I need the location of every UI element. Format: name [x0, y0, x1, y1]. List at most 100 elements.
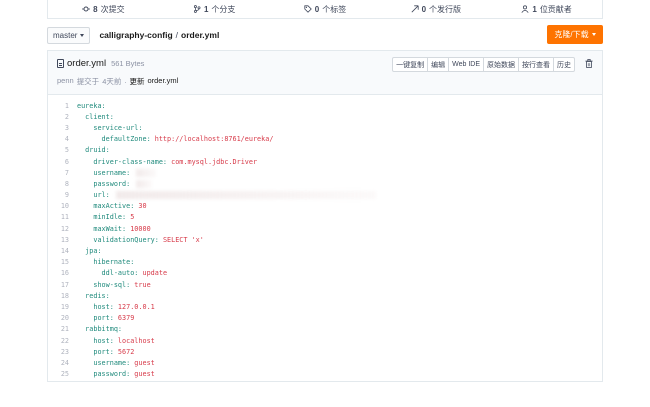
code-text: maxActive: 30 [69, 202, 146, 211]
code-text: host: 127.0.0.1 [69, 303, 154, 311]
line-number[interactable]: 6 [48, 158, 69, 166]
yaml-key: rabbitmq: [77, 325, 123, 334]
code-text: port: 6379 [69, 314, 134, 322]
stat-commits[interactable]: 8 次提交 [48, 0, 159, 18]
code-text: maxWait: 10000 [69, 224, 151, 233]
branch-selector[interactable]: master [47, 26, 91, 44]
breadcrumb: calligraphy-config / order.yml [99, 30, 219, 40]
code-line: 25 password: guest [48, 369, 602, 380]
repo-stats-bar: 8 次提交 1 个分支 0 个标签 0 个发行版 1 位贡献者 [47, 0, 603, 19]
line-number[interactable]: 25 [48, 370, 69, 378]
yaml-value: 5672 [117, 347, 135, 356]
line-number[interactable]: 19 [48, 303, 69, 311]
file-header: order.yml 561 Bytes penn 提交于 4天前 . 更新 or… [48, 51, 602, 95]
yaml-key: url: [77, 191, 110, 200]
line-number[interactable]: 12 [48, 225, 69, 233]
commit-dot: . [124, 76, 127, 85]
commit-author[interactable]: penn [57, 76, 74, 87]
stat-branches[interactable]: 1 个分支 [159, 0, 270, 18]
line-number[interactable]: 16 [48, 269, 69, 277]
line-number[interactable]: 8 [48, 180, 69, 188]
code-line: 10 maxActive: 30 [48, 201, 602, 212]
yaml-value: guest [134, 370, 155, 379]
line-number[interactable]: 9 [48, 191, 69, 199]
yaml-value: 5 [130, 213, 135, 222]
code-text: defaultZone: http://localhost:8761/eurek… [69, 135, 274, 143]
stat-tags[interactable]: 0 个标签 [270, 0, 381, 18]
commit-message-prefix[interactable]: 更新 [129, 76, 144, 87]
yaml-key: password: [77, 370, 135, 379]
line-number[interactable]: 22 [48, 337, 69, 345]
yaml-key: port: [77, 347, 118, 356]
code-text: redis: [69, 292, 110, 300]
commit-time: 4天前 [102, 77, 122, 86]
code-line: 16 ddl-auto: update [48, 268, 602, 279]
line-number[interactable]: 23 [48, 348, 69, 356]
edit-button[interactable]: 编辑 [427, 57, 450, 72]
line-number[interactable]: 24 [48, 359, 69, 367]
code-text: ddl-auto: update [69, 269, 168, 278]
code-line: 24 username: guest [48, 357, 602, 368]
contributor-icon [521, 5, 529, 13]
line-number[interactable]: 3 [48, 124, 69, 132]
yaml-key: druid: [77, 146, 110, 155]
line-number[interactable]: 5 [48, 146, 69, 154]
code-line: 15 hibernate: [48, 257, 602, 268]
tag-icon [304, 5, 312, 13]
stat-label: 次提交 [100, 4, 125, 14]
code-text: username: [69, 168, 157, 177]
line-number[interactable]: 4 [48, 135, 69, 143]
blame-button[interactable]: 按行查看 [518, 57, 554, 72]
code-text: hibernate: [69, 258, 134, 266]
yaml-key: redis: [77, 291, 110, 300]
line-number[interactable]: 20 [48, 314, 69, 322]
code-line: 2 client: [48, 111, 602, 122]
yaml-value: 10000 [130, 224, 151, 233]
line-number[interactable]: 11 [48, 213, 69, 221]
yaml-key: maxActive: [77, 202, 139, 211]
stat-count: 8 [93, 4, 98, 14]
code-line: 4 defaultZone: http://localhost:8761/eur… [48, 134, 602, 145]
yaml-key: service-url: [77, 123, 143, 132]
line-number[interactable]: 7 [48, 169, 69, 177]
release-icon [411, 5, 419, 13]
raw-button[interactable]: 原始数据 [483, 57, 519, 72]
yaml-key: password: [77, 179, 131, 188]
line-number[interactable]: 15 [48, 258, 69, 266]
history-button[interactable]: 历史 [553, 57, 575, 72]
chevron-down-icon [80, 33, 85, 37]
yaml-key: hibernate: [77, 258, 135, 267]
commit-message-file[interactable]: order.yml [147, 76, 178, 87]
trash-icon[interactable] [585, 59, 593, 68]
copy-button[interactable]: 一键复制 [392, 57, 429, 72]
yaml-key: eureka: [77, 101, 106, 110]
code-text: validationQuery: SELECT 'x' [69, 236, 204, 244]
yaml-value: localhost [117, 336, 155, 345]
line-number[interactable]: 18 [48, 292, 69, 300]
code-line: 22 host: localhost [48, 335, 602, 346]
code-text: client: [69, 113, 114, 121]
line-number[interactable]: 17 [48, 281, 69, 289]
yaml-value: com.mysql.jdbc.Driver [171, 157, 258, 166]
yaml-value: 6379 [117, 314, 135, 323]
yaml-key: host: [77, 336, 118, 345]
stat-contributors[interactable]: 1 位贡献者 [491, 0, 602, 18]
line-number[interactable]: 1 [48, 102, 69, 110]
breadcrumb-separator: / [175, 30, 179, 40]
code-line: 21 rabbitmq: [48, 324, 602, 335]
clone-download-button[interactable]: 克隆/下载 [547, 25, 603, 44]
code-line: 5 druid: [48, 145, 602, 156]
code-text: druid: [69, 146, 110, 154]
web-ide-button[interactable]: Web IDE [448, 57, 484, 72]
line-number[interactable]: 21 [48, 325, 69, 333]
breadcrumb-repo[interactable]: calligraphy-config [99, 30, 172, 40]
yaml-key: username: [77, 358, 135, 367]
code-line: 12 maxWait: 10000 [48, 223, 602, 234]
code-line: 11 minIdle: 5 [48, 212, 602, 223]
yaml-key: ddl-auto: [77, 269, 143, 278]
line-number[interactable]: 14 [48, 247, 69, 255]
line-number[interactable]: 2 [48, 113, 69, 121]
stat-releases[interactable]: 0 个发行版 [380, 0, 491, 18]
line-number[interactable]: 13 [48, 236, 69, 244]
line-number[interactable]: 10 [48, 202, 69, 210]
